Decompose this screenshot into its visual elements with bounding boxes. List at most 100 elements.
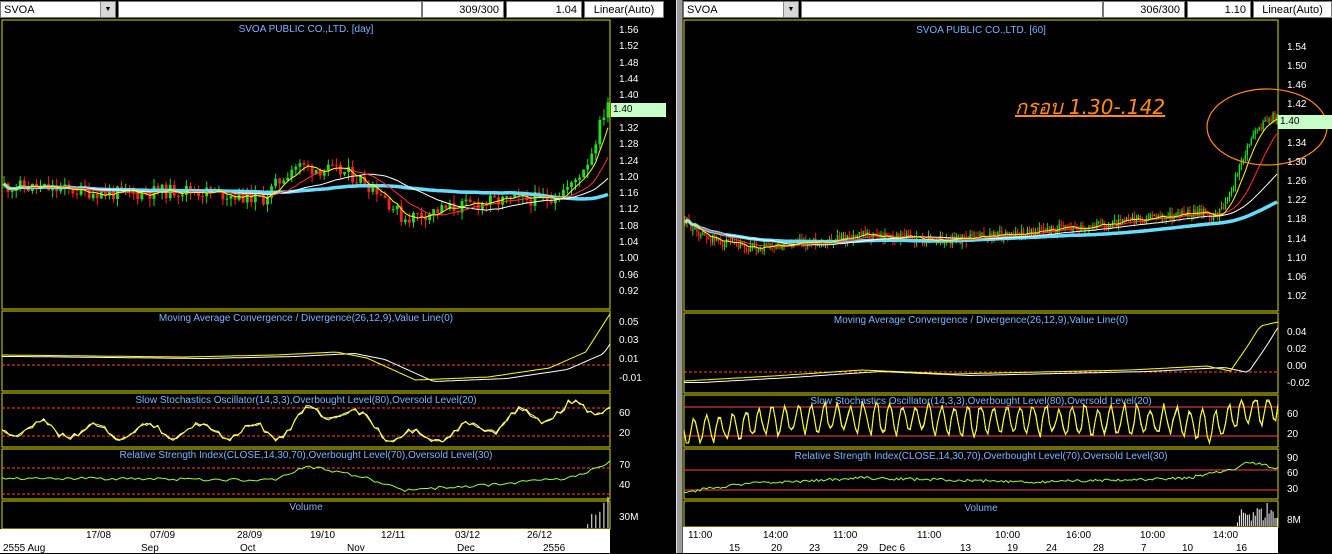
right-x-row1-date-label: 16:00 — [1066, 530, 1092, 541]
candle-body — [468, 199, 472, 203]
candle-body — [383, 195, 387, 199]
left-x-row2-date-label: Sep — [141, 543, 159, 554]
right-macd-tick-label: -0.02 — [1287, 378, 1310, 389]
right-price-tick-label: 1.10 — [1287, 252, 1307, 264]
candle-body — [407, 219, 411, 223]
candle-body — [981, 232, 983, 234]
left-volume-tick-label: 30M — [619, 512, 639, 523]
left-last-price-badge: 1.40 — [611, 103, 666, 117]
right-chart-window[interactable]: SVOA ▼ 306/300 1.10 Linear(Auto) SVOA PU… — [683, 0, 1332, 554]
candle-body — [278, 178, 282, 184]
candle-body — [359, 176, 363, 183]
right-volume-tick-label: 8M — [1287, 515, 1301, 526]
left-rsi-title: Relative Strength Index(CLOSE,14,30,70),… — [119, 450, 493, 461]
candle-body — [10, 190, 14, 192]
candle-body — [493, 195, 496, 198]
candle-body — [1270, 119, 1272, 121]
right-price-tick-label: 1.50 — [1287, 61, 1307, 73]
pane-splitter[interactable] — [676, 0, 683, 553]
right-x-row1-date-label: 14:00 — [763, 530, 789, 541]
left-vol-title: Volume — [289, 502, 323, 513]
candle-body — [1058, 224, 1060, 229]
candle-body — [1113, 219, 1116, 222]
candle-body — [1183, 210, 1185, 213]
candle-body — [1060, 224, 1062, 226]
candle-body — [379, 194, 383, 196]
candle-body — [1224, 200, 1227, 209]
candle-body — [700, 235, 702, 237]
right-x-row1-date-label: 10:00 — [995, 530, 1021, 541]
candle-body — [1234, 175, 1237, 189]
candle-body — [704, 233, 706, 236]
candle-body — [1042, 227, 1045, 231]
candle-body — [395, 205, 399, 210]
candle-body — [501, 196, 505, 205]
left-x-row1-date-label: 07/09 — [150, 530, 176, 541]
candle-body — [735, 243, 738, 245]
candle-body — [1171, 212, 1173, 220]
candle-body — [197, 192, 201, 197]
left-x-row1-date-label: 03/12 — [455, 530, 481, 541]
macd-signal-line — [684, 327, 1279, 383]
candle-body — [201, 196, 205, 198]
candle-body — [1100, 221, 1102, 224]
candle-body — [1102, 222, 1104, 224]
candle-body — [290, 169, 294, 178]
left-sto-tick-label: 60 — [619, 408, 631, 419]
candle-body — [902, 233, 904, 235]
right-price-tick-label: 1.18 — [1287, 214, 1307, 226]
candle-body — [692, 229, 694, 231]
candle-body — [339, 165, 342, 175]
candle-body — [1236, 174, 1239, 176]
candle-body — [1151, 214, 1153, 216]
left-price-tick-label: 0.96 — [619, 269, 639, 281]
candle-body — [1199, 208, 1201, 211]
candle-body — [864, 231, 866, 235]
candle-body — [1266, 120, 1268, 122]
candle-body — [416, 212, 419, 214]
candle-body — [1143, 221, 1146, 223]
candle-body — [862, 231, 864, 236]
candle-body — [957, 236, 959, 238]
candle-body — [747, 248, 750, 253]
candle-body — [1210, 217, 1213, 220]
candle-body — [963, 235, 965, 237]
candle-body — [1109, 224, 1112, 226]
candle-body — [708, 238, 710, 240]
right-price-panel — [683, 19, 1279, 312]
candle-body — [712, 234, 714, 243]
right-sto-tick-label: 20 — [1287, 429, 1299, 440]
candle-body — [1062, 225, 1064, 227]
candle-body — [999, 230, 1001, 232]
left-chart-window[interactable]: SVOA ▼ 309/300 1.04 Linear(Auto) SVOA PU… — [0, 0, 676, 554]
left-x-row2-date-label: 2555 Aug — [3, 543, 46, 554]
candle-body — [594, 144, 598, 154]
left-macd-tick-label: 0.03 — [619, 335, 639, 346]
right-x-row2-date-label: 10 — [1182, 543, 1194, 554]
right-x-row2-date-label: Dec 6 — [879, 543, 906, 554]
candle-body — [765, 243, 767, 245]
candle-body — [1153, 214, 1155, 216]
candle-body — [1016, 231, 1019, 233]
right-price-tick-label: 1.34 — [1287, 137, 1307, 149]
candle-body — [1268, 119, 1270, 121]
right-chart-canvas[interactable] — [683, 0, 1332, 553]
candle-body — [1127, 217, 1130, 220]
candle-body — [706, 235, 708, 239]
candle-body — [229, 196, 233, 199]
right-x-row2-date-label: 29 — [857, 543, 869, 554]
candle-body — [1193, 209, 1195, 216]
candle-body — [176, 195, 180, 197]
candle-body — [302, 163, 306, 165]
candle-body — [908, 233, 910, 235]
candle-body — [710, 239, 712, 243]
left-chart-canvas[interactable] — [0, 0, 676, 553]
candle-body — [1252, 134, 1254, 139]
right-x-row1-date-label: 14:00 — [1213, 530, 1239, 541]
right-annotation-text: กรอบ 1.30-.142 — [1015, 95, 1166, 119]
right-last-price-badge: 1.40 — [1278, 115, 1332, 129]
candle-body — [432, 209, 436, 215]
right-price-tick-label: 1.26 — [1287, 176, 1307, 188]
left-price-tick-label: 0.92 — [619, 286, 639, 297]
candle-body — [586, 164, 590, 170]
